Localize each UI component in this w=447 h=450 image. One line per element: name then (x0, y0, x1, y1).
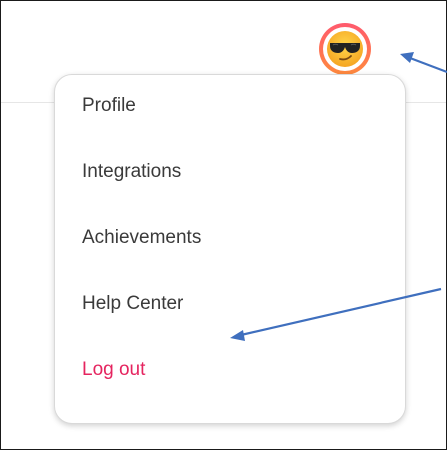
menu-item-help-center[interactable]: Help Center (82, 286, 183, 322)
menu-item-achievements[interactable]: Achievements (82, 220, 201, 256)
menu-item-log-out[interactable]: Log out (82, 352, 145, 388)
profile-dropdown-menu: Profile Integrations Achievements Help C… (54, 74, 406, 424)
sunglasses-emoji-icon (327, 31, 363, 67)
screenshot-frame: Profile Integrations Achievements Help C… (0, 0, 447, 450)
avatar (323, 27, 367, 71)
avatar-button[interactable] (319, 23, 371, 75)
menu-item-integrations[interactable]: Integrations (82, 154, 181, 190)
menu-item-profile[interactable]: Profile (82, 88, 136, 124)
